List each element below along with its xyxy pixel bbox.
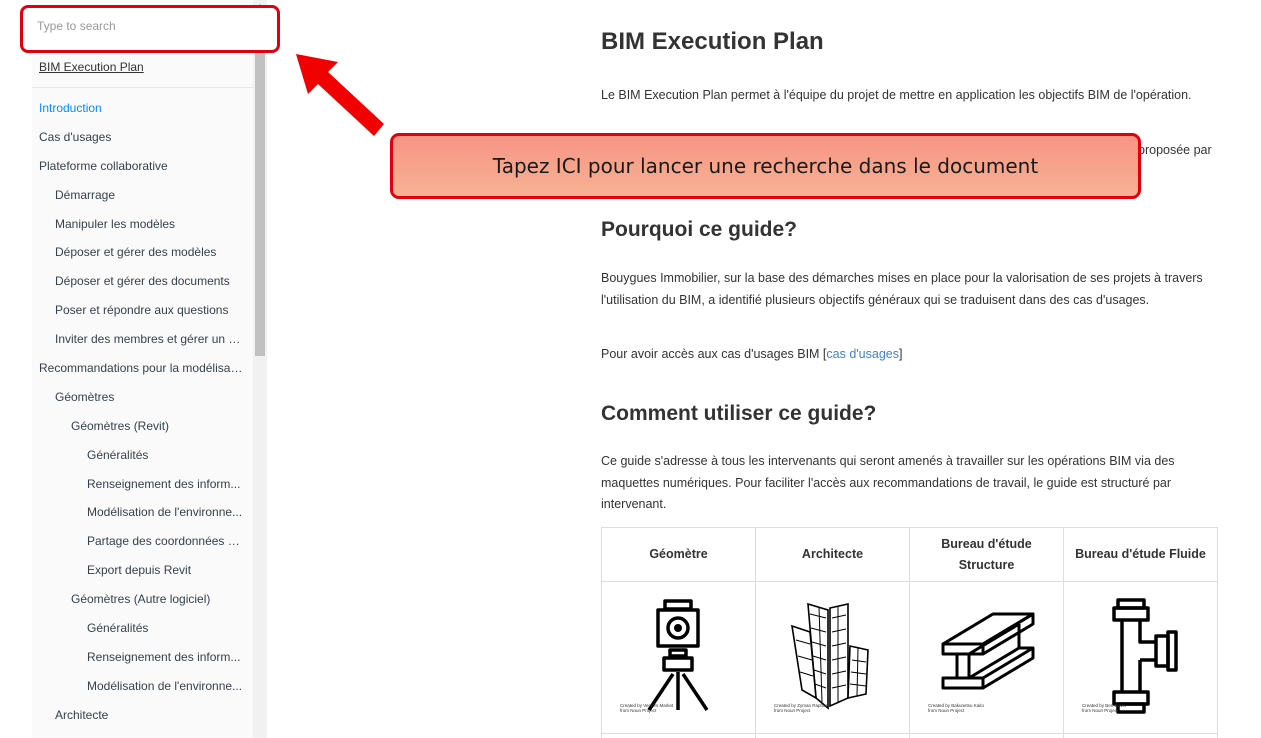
table-cell xyxy=(755,733,910,738)
cell-architecte[interactable]: Created by Zyman Raphael from Noun Projec… xyxy=(755,581,910,734)
search-box[interactable] xyxy=(20,5,280,53)
section-heading-why: Pourquoi ce guide? xyxy=(601,218,798,241)
header-architecte: Architecte xyxy=(755,527,910,582)
sidebar-item[interactable]: Démarrage xyxy=(0,185,253,214)
scroll-thumb[interactable] xyxy=(255,16,265,356)
sidebar-item[interactable]: Modélisation de l'environne... xyxy=(0,676,253,705)
sidebar-item[interactable]: Recommandations pour la modélisati... xyxy=(0,358,253,387)
sidebar-item[interactable]: Généralités xyxy=(0,445,253,474)
intro-paragraph-fragment: proposée par xyxy=(1138,143,1212,157)
callout-box: Tapez ICI pour lancer une recherche dans… xyxy=(390,133,1141,199)
book-title-link[interactable]: BIM Execution Plan xyxy=(39,60,144,74)
sidebar-item[interactable]: Géomètres xyxy=(0,387,253,416)
icon-credit: Created by Vectors Market from Noun Proje… xyxy=(620,703,674,713)
why-links-paragraph: Pour avoir accès aux cas d'usages BIM [c… xyxy=(601,344,1211,366)
intro-paragraph: Le BIM Execution Plan permet à l'équipe … xyxy=(601,88,1192,102)
how-paragraph: Ce guide s'adresse à tous les intervenan… xyxy=(601,454,1175,511)
sidebar-item[interactable]: Partage des coordonnées p... xyxy=(0,531,253,560)
table-cell xyxy=(909,733,1064,738)
table-of-contents: Introduction Cas d'usages Plateforme colla… xyxy=(0,98,253,734)
surveyor-tripod-icon[interactable] xyxy=(639,598,719,718)
sidebar-item[interactable]: Inviter des membres et gérer un p... xyxy=(0,329,253,358)
steel-beam-icon[interactable] xyxy=(937,608,1037,708)
why-links-close: ] xyxy=(899,347,903,361)
why-paragraph: Bouygues Immobilier, sur la base des dém… xyxy=(601,271,1203,307)
search-input[interactable] xyxy=(37,14,247,38)
sidebar-item[interactable]: Introduction xyxy=(0,98,253,127)
stakeholder-table: Géomètre Architecte Bureau d'étude Struc… xyxy=(601,527,1218,738)
header-be-structure: Bureau d'étude Structure xyxy=(909,527,1064,582)
section-heading-how: Comment utiliser ce guide? xyxy=(601,402,877,425)
page-title: BIM Execution Plan xyxy=(601,28,824,55)
sidebar-item[interactable]: Architecte xyxy=(0,705,253,734)
sidebar-item[interactable]: Poser et répondre aux questions xyxy=(0,300,253,329)
table-row: Created by Vectors Market from Noun Proje… xyxy=(601,581,1218,734)
sidebar-divider xyxy=(32,87,253,88)
table-cell xyxy=(1063,733,1218,738)
sidebar-item[interactable]: Manipuler les modèles xyxy=(0,214,253,243)
callout-text: Tapez ICI pour lancer une recherche dans… xyxy=(492,154,1039,178)
table-header-row: Géomètre Architecte Bureau d'étude Struc… xyxy=(601,527,1218,582)
sidebar-item[interactable]: Généralités xyxy=(0,618,253,647)
sidebar-item[interactable]: Modélisation de l'environne... xyxy=(0,502,253,531)
cell-geometre[interactable]: Created by Vectors Market from Noun Proje… xyxy=(601,581,756,734)
sidebar-item[interactable]: Déposer et gérer des modèles xyxy=(0,242,253,271)
header-geometre: Géomètre xyxy=(601,527,756,582)
red-arrow-icon xyxy=(296,54,384,136)
why-links-text: Pour avoir accès aux cas d'usages BIM [ xyxy=(601,347,827,361)
icon-credit: Created by Bakunetsu Kaito from Noun Proj… xyxy=(928,703,985,713)
table-cell xyxy=(601,733,756,738)
buildings-icon[interactable] xyxy=(788,598,878,718)
cas-usages-link[interactable]: cas d'usages xyxy=(826,347,899,361)
sidebar-item[interactable]: Export depuis Revit xyxy=(0,560,253,589)
icon-credit: Created by Zyman Raphael from Noun Projec… xyxy=(774,703,830,713)
sidebar-scrollbar[interactable] xyxy=(253,0,267,738)
sidebar-item[interactable]: Déposer et gérer des documents xyxy=(0,271,253,300)
cell-be-structure[interactable]: Created by Bakunetsu Kaito from Noun Proj… xyxy=(909,581,1064,734)
table-row xyxy=(601,733,1218,738)
sidebar-item[interactable]: Plateforme collaborative xyxy=(0,156,253,185)
sidebar-item[interactable]: Renseignement des inform... xyxy=(0,647,253,676)
sidebar-item[interactable]: Géomètres (Revit) xyxy=(0,416,253,445)
sidebar-item[interactable]: Cas d'usages xyxy=(0,127,253,156)
pipe-fitting-icon[interactable] xyxy=(1096,597,1186,718)
icon-credit: Created by Ben Davis from Noun Project xyxy=(1082,703,1126,713)
cell-be-fluide[interactable]: Created by Ben Davis from Noun Project xyxy=(1063,581,1218,734)
header-be-fluide: Bureau d'étude Fluide xyxy=(1063,527,1218,582)
sidebar-item[interactable]: Renseignement des inform... xyxy=(0,474,253,503)
sidebar-item[interactable]: Géomètres (Autre logiciel) xyxy=(0,589,253,618)
